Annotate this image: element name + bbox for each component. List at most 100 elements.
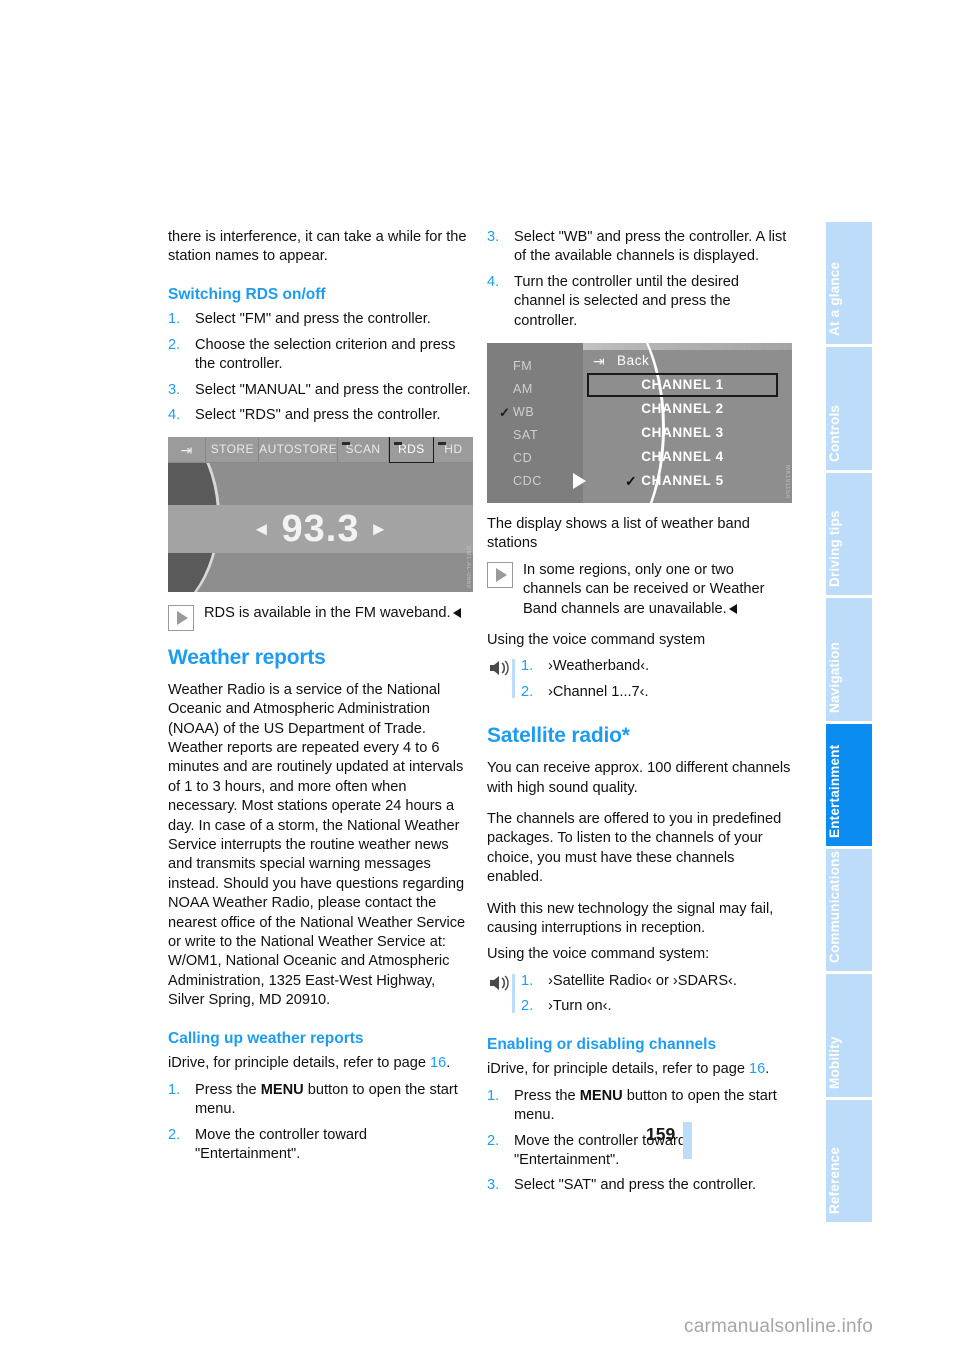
- checkmark-icon: ✓: [499, 404, 511, 420]
- idrive-reference-left: iDrive, for principle details, refer to …: [168, 1054, 473, 1073]
- next-station-icon: ▸: [373, 518, 385, 541]
- idrive-reference-right: iDrive, for principle details, refer to …: [487, 1060, 792, 1079]
- led-indicator-icon: [437, 442, 446, 446]
- sidebar-tab-communications[interactable]: Communications: [826, 848, 872, 972]
- step-number: 3.: [168, 381, 181, 398]
- channel-label: CHANNEL 1: [641, 377, 724, 393]
- step-text: ›Satellite Radio‹ or ›SDARS‹.: [548, 972, 737, 989]
- voice-accent-bar: [512, 973, 515, 1013]
- voice-command-block-weatherband: 1. ›Weatherband‹. 2. ›Channel 1...7‹.: [487, 657, 792, 702]
- page-reference-link[interactable]: 16: [430, 1055, 446, 1071]
- list-item: 2. Choose the selection criterion and pre…: [168, 336, 473, 375]
- voice-command-icon: [488, 659, 510, 677]
- step-number: 1.: [521, 658, 534, 675]
- idrive-ref-pre: iDrive, for principle details, refer to …: [168, 1055, 430, 1072]
- list-item: 1. Press the MENU button to open the star…: [168, 1081, 473, 1120]
- back-button: ⇥: [168, 437, 207, 463]
- list-item: 2. ›Channel 1...7‹.: [521, 683, 792, 702]
- channel-item-2: CHANNEL 2: [587, 397, 778, 421]
- tab-label: Entertainment: [827, 744, 842, 838]
- sidebar-tab-reference[interactable]: Reference: [826, 1099, 872, 1222]
- back-arrow-icon: ⇥: [593, 352, 606, 369]
- step-text: Select "RDS" and press the controller.: [195, 407, 441, 424]
- idrive-ref-pre: iDrive, for principle details, refer to …: [487, 1061, 749, 1078]
- sidebar-tab-at-a-glance[interactable]: At a glance: [826, 222, 872, 345]
- step-text: Select "FM" and press the controller.: [195, 311, 431, 328]
- region-note-block: In some regions, only one or two channel…: [487, 561, 792, 619]
- heading-switching-rds: Switching RDS on/off: [168, 285, 326, 303]
- back-menu-item: ⇥ Back: [587, 349, 778, 373]
- tab-label: Reference: [827, 1146, 842, 1214]
- channel-label: CHANNEL 3: [641, 425, 724, 441]
- rds-steps-list: 1. Select "FM" and press the controller. …: [168, 310, 473, 425]
- frequency-row: ◂ 93.3 ▸: [168, 505, 473, 553]
- step-text: Press the MENU button to open the start …: [514, 1088, 777, 1123]
- channel-list: ⇥ Back CHANNEL 1 CHANNEL 2 CHANNEL 3 CHAN…: [587, 349, 778, 493]
- step-text: Move the controller toward "Entertainmen…: [195, 1126, 367, 1162]
- calling-steps-list: 1. Press the MENU button to open the star…: [168, 1081, 473, 1165]
- wb-steps-list: 3. Select "WB" and press the controller. …: [487, 228, 792, 331]
- idrive-ref-post: .: [765, 1061, 770, 1078]
- voice-command-icon: [488, 974, 510, 992]
- page-reference-link[interactable]: 16: [749, 1061, 765, 1077]
- heading-calling-up-weather-reports: Calling up weather reports: [168, 1029, 364, 1047]
- scan-button: SCAN: [338, 437, 389, 463]
- voice-steps-satellite: 1. ›Satellite Radio‹ or ›SDARS‹. 2. ›Turn …: [521, 972, 792, 1017]
- channel-item-4: CHANNEL 4: [587, 445, 778, 469]
- list-item: 1. ›Weatherband‹.: [521, 657, 792, 676]
- step-number: 1.: [521, 972, 534, 989]
- menu-button-label: MENU: [579, 1087, 623, 1104]
- radio-toolbar: ⇥ STORE AUTOSTORE SCAN RDS HD: [168, 437, 473, 464]
- enabling-steps-list: 1. Press the MENU button to open the star…: [487, 1087, 792, 1196]
- list-item: 4. Turn the controller until the desired …: [487, 273, 792, 331]
- satellite-paragraph-2: The channels are offered to you in prede…: [487, 811, 782, 886]
- voice-steps-weatherband: 1. ›Weatherband‹. 2. ›Channel 1...7‹.: [521, 657, 792, 702]
- step-number: 3.: [487, 229, 500, 245]
- tab-label: Navigation: [827, 641, 842, 713]
- voice-accent-bar: [512, 659, 515, 699]
- page-number-accent-bar: [683, 1122, 692, 1159]
- led-indicator-icon: [342, 442, 351, 446]
- note-triangle-icon: [168, 605, 194, 632]
- step-text: Press the MENU button to open the start …: [195, 1082, 458, 1117]
- led-indicator-icon: [393, 442, 402, 446]
- step-text: Select "MANUAL" and press the controller…: [195, 381, 471, 398]
- tab-label: Driving tips: [827, 510, 842, 588]
- figure-code: BM1-AL-0669: [465, 545, 471, 589]
- note-triangle-icon: [487, 561, 513, 588]
- list-item: 3. Select "SAT" and press the controller.: [487, 1176, 792, 1195]
- heading-enabling-disabling-channels: Enabling or disabling channels: [487, 1035, 717, 1053]
- back-arrow-icon: ⇥: [180, 441, 193, 458]
- step-text-pre: Press the: [195, 1081, 261, 1098]
- step-text-pre: Press the: [514, 1087, 580, 1104]
- tab-label: At a glance: [827, 262, 842, 337]
- sidebar-tab-driving-tips[interactable]: Driving tips: [826, 472, 872, 596]
- hd-label: HD: [444, 441, 463, 456]
- previous-station-icon: ◂: [256, 518, 268, 541]
- note-end-marker-icon: [728, 603, 737, 614]
- rds-label: RDS: [398, 441, 425, 456]
- list-item: 2. ›Turn on‹.: [521, 997, 792, 1016]
- figure-code: MK1911SA: [784, 465, 790, 500]
- list-item: 2. Move the controller toward "Entertainm…: [487, 1132, 792, 1171]
- back-label: Back: [617, 353, 650, 369]
- left-column: there is interference, it can take a whi…: [168, 228, 473, 1176]
- sidebar-tab-navigation[interactable]: Navigation: [826, 598, 872, 721]
- voice-heading-weatherband: Using the voice command system: [487, 632, 706, 649]
- tab-label: Controls: [827, 404, 842, 462]
- step-number: 2.: [487, 1132, 500, 1149]
- channel-item-5: ✓ CHANNEL 5: [587, 469, 778, 493]
- list-item: 3. Select "MANUAL" and press the controll…: [168, 381, 473, 400]
- step-number: 1.: [168, 311, 181, 328]
- channel-label: CHANNEL 4: [641, 449, 724, 465]
- sidebar-tab-controls[interactable]: Controls: [826, 347, 872, 470]
- voice-heading-satellite: Using the voice command system:: [487, 946, 710, 963]
- sidebar-tab-entertainment[interactable]: Entertainment: [826, 723, 872, 846]
- idrive-ref-post: .: [446, 1055, 451, 1072]
- display-caption: The display shows a list of weather band…: [487, 516, 750, 552]
- channel-item-1: CHANNEL 1: [587, 373, 778, 398]
- voice-command-block-satellite: 1. ›Satellite Radio‹ or ›SDARS‹. 2. ›Turn …: [487, 972, 792, 1017]
- sidebar-tab-mobility[interactable]: Mobility: [826, 974, 872, 1097]
- store-button: STORE: [206, 437, 260, 463]
- step-number: 3.: [487, 1177, 500, 1194]
